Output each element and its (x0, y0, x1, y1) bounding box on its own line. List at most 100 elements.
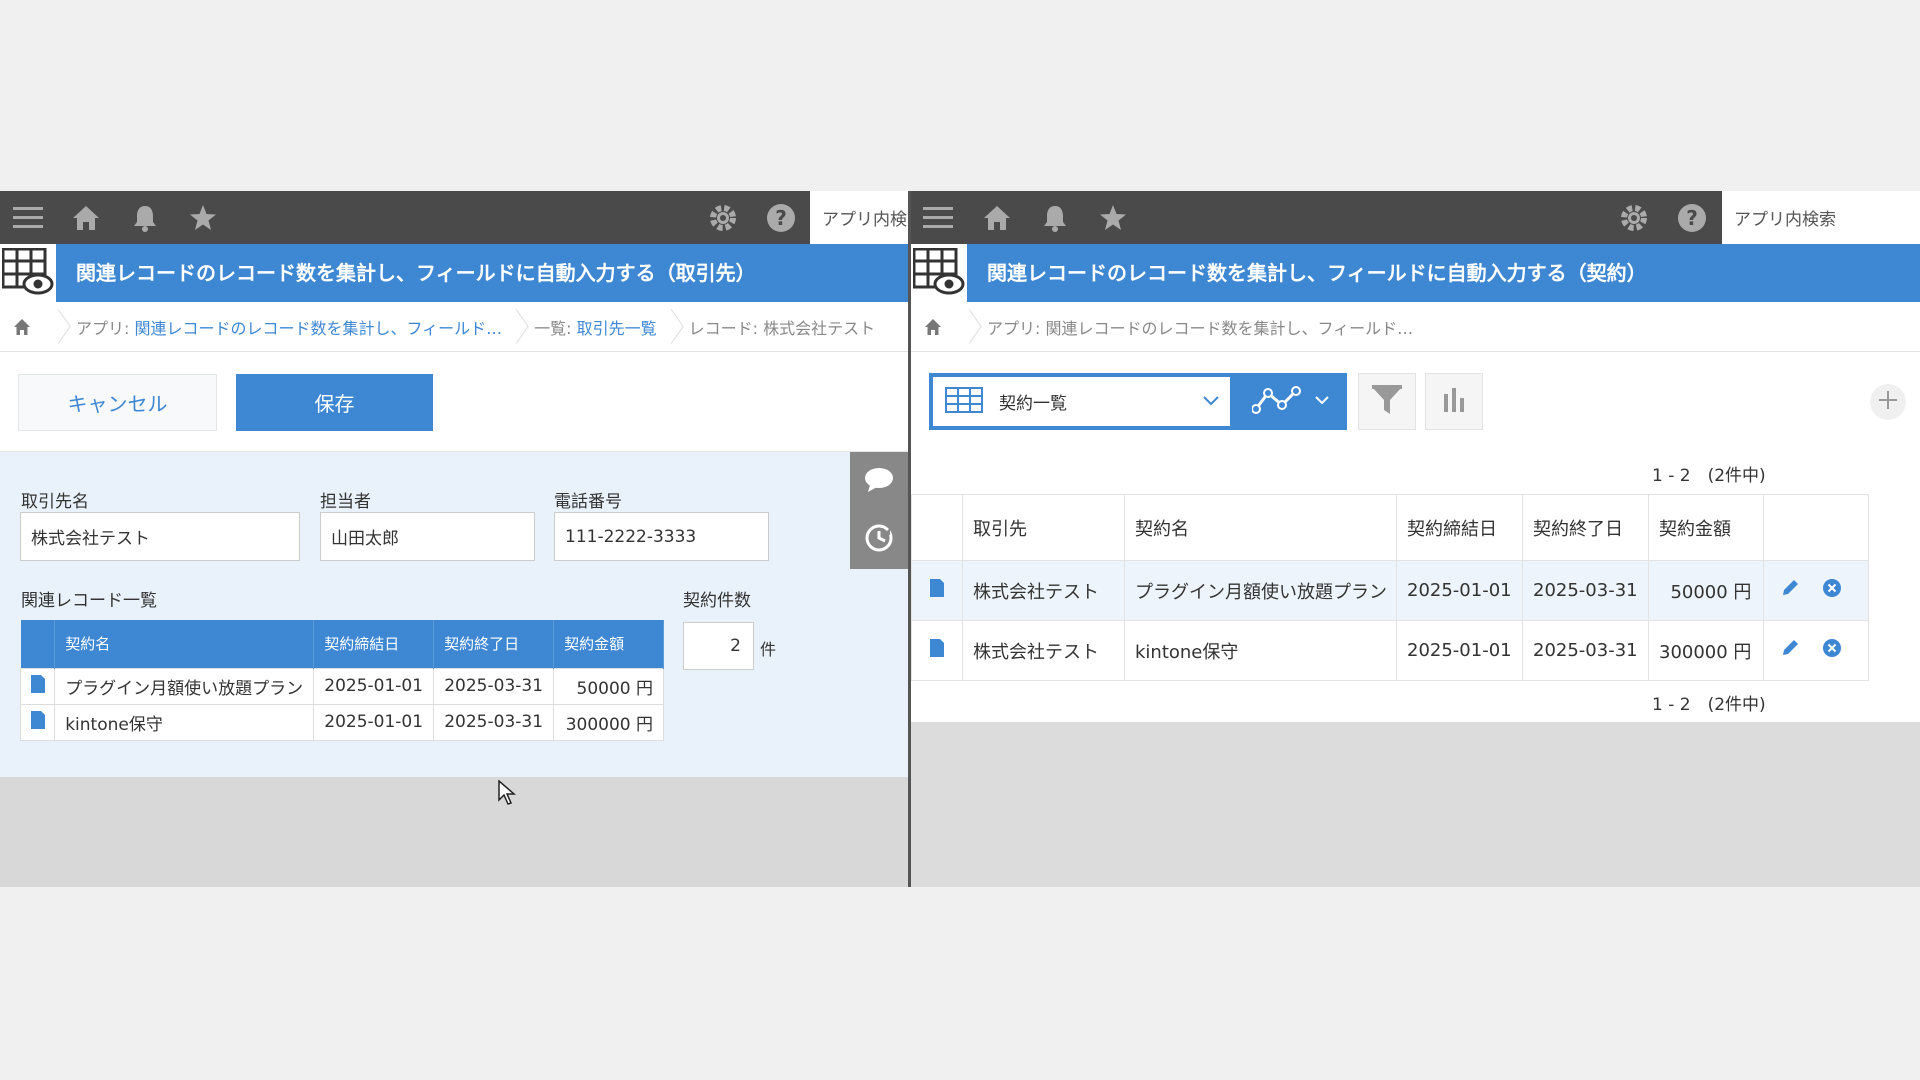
phone-field[interactable]: 111-2222-3333 (554, 512, 769, 561)
left-panel: ? アプリ内検 関連レコードのレコード数を集計し、フィールドに自動入力する（取引… (0, 191, 908, 887)
cursor-icon (498, 779, 517, 810)
menu-icon[interactable] (12, 202, 44, 234)
pager-bottom: 1 - 2 (2件中) (1652, 694, 1766, 715)
table-cell: 2025-03-31 (1522, 560, 1649, 621)
graph-button[interactable] (1234, 373, 1347, 430)
home-icon[interactable] (70, 202, 102, 234)
table-row[interactable]: kintone保守 2025-01-01 2025-03-31 300000 円 (19, 703, 664, 741)
record-form: 取引先名 株式会社テスト 担当者 山田太郎 電話番号 111-2222-3333… (0, 452, 908, 782)
breadcrumb-home-icon[interactable] (0, 318, 44, 336)
breadcrumb-list-link[interactable]: 取引先一覧 (577, 319, 657, 338)
person-label: 担当者 (320, 492, 371, 512)
app-icon (0, 244, 56, 302)
breadcrumb-home-icon[interactable] (911, 318, 955, 336)
table-cell: 2025-01-01 (313, 667, 435, 705)
table-header[interactable]: 契約締結日 (1396, 494, 1523, 561)
table-header: 契約終了日 (433, 620, 555, 668)
breadcrumb-list-prefix: 一覧: (534, 318, 577, 338)
table-view-icon (945, 386, 983, 417)
history-icon[interactable] (863, 522, 895, 554)
table-cell: 50000 円 (1647, 560, 1765, 621)
table-cell: kintone保守 (1124, 620, 1397, 681)
table-header[interactable]: 契約名 (1124, 494, 1397, 561)
table-cell: プラグイン月額使い放題プラン (1124, 560, 1397, 621)
table-cell: 300000 円 (553, 703, 664, 741)
global-header: ? アプリ内検索 (911, 191, 1920, 244)
table-row[interactable]: 株式会社テスト kintone保守 2025-01-01 2025-03-31 … (911, 620, 1870, 681)
document-icon[interactable] (911, 560, 963, 621)
app-title: 関連レコードのレコード数を集計し、フィールドに自動入力する（取引先） (76, 261, 756, 285)
table-header-actions (1763, 494, 1870, 561)
comment-icon[interactable] (863, 464, 895, 496)
edit-icon[interactable] (1780, 578, 1800, 603)
record-list-table: 取引先 契約名 契約締結日 契約終了日 契約金額 株式会社テスト プラグイン月額… (911, 494, 1870, 681)
list-toolbar: 契約一覧 (911, 352, 1920, 452)
table-cell: 50000 円 (553, 667, 664, 705)
table-header: 契約締結日 (313, 620, 435, 668)
app-title: 関連レコードのレコード数を集計し、フィールドに自動入力する（契約） (987, 261, 1647, 285)
breadcrumb-app: アプリ: 関連レコードのレコード数を集計し、フィールド… (76, 315, 502, 339)
home-icon[interactable] (981, 202, 1013, 234)
app-icon (911, 244, 967, 302)
empty-area (0, 777, 908, 887)
filter-button[interactable] (1358, 373, 1416, 430)
app-search-input[interactable]: アプリ内検 (810, 191, 908, 244)
add-record-button[interactable] (1870, 384, 1906, 420)
graph-icon (1250, 385, 1302, 419)
app-search-input[interactable]: アプリ内検索 (1722, 191, 1920, 244)
bell-icon[interactable] (1039, 202, 1071, 234)
chevron-down-icon (1202, 391, 1220, 413)
breadcrumb-app-text: 関連レコードのレコード数を集計し、フィールド… (1045, 318, 1414, 338)
gear-icon[interactable] (707, 202, 739, 234)
person-field[interactable]: 山田太郎 (320, 512, 535, 561)
star-icon[interactable] (187, 202, 219, 234)
company-label: 取引先名 (21, 492, 89, 512)
contract-count-field[interactable]: 2 (683, 622, 754, 670)
table-cell: 2025-01-01 (313, 703, 435, 741)
app-title-bar: 関連レコードのレコード数を集計し、フィールドに自動入力する（契約） (911, 244, 1920, 302)
table-cell: 株式会社テスト (962, 560, 1125, 621)
breadcrumb-app-prefix: アプリ: (76, 318, 135, 338)
help-icon[interactable]: ? (765, 202, 797, 234)
contract-count-label: 契約件数 (683, 591, 751, 611)
cancel-button[interactable]: キャンセル (18, 374, 217, 431)
delete-icon[interactable] (1822, 578, 1842, 603)
chevron-down-icon (1314, 392, 1330, 412)
bell-icon[interactable] (129, 202, 161, 234)
star-icon[interactable] (1097, 202, 1129, 234)
breadcrumb-app-prefix: アプリ: (987, 318, 1046, 338)
table-row[interactable]: 株式会社テスト プラグイン月額使い放題プラン 2025-01-01 2025-0… (911, 560, 1870, 621)
related-records-label: 関連レコード一覧 (21, 591, 157, 611)
save-button[interactable]: 保存 (236, 374, 433, 431)
breadcrumb-record: レコード: 株式会社テスト (688, 318, 876, 338)
breadcrumb-app-link[interactable]: 関連レコードのレコード数を集計し、フィールド… (134, 319, 502, 338)
table-header[interactable]: 契約金額 (1647, 494, 1765, 561)
help-icon[interactable]: ? (1676, 202, 1708, 234)
breadcrumb: アプリ: 関連レコードのレコード数を集計し、フィールド… (911, 302, 1920, 352)
svg-text:?: ? (775, 206, 787, 230)
table-header[interactable]: 取引先 (962, 494, 1125, 561)
table-header: 契約名 (54, 620, 315, 668)
empty-area (911, 722, 1920, 887)
edit-icon[interactable] (1780, 638, 1800, 663)
company-field[interactable]: 株式会社テスト (20, 512, 300, 561)
delete-icon[interactable] (1822, 638, 1842, 663)
breadcrumb-list: 一覧: 取引先一覧 (534, 315, 657, 339)
breadcrumb-app: アプリ: 関連レコードのレコード数を集計し、フィールド… (987, 315, 1413, 339)
side-tools (850, 452, 908, 569)
view-select[interactable]: 契約一覧 (929, 373, 1234, 430)
table-header[interactable]: 契約終了日 (1522, 494, 1649, 561)
document-icon[interactable] (911, 620, 963, 681)
document-icon[interactable] (19, 703, 56, 741)
table-cell: kintone保守 (54, 703, 315, 741)
phone-label: 電話番号 (554, 492, 622, 512)
document-icon[interactable] (19, 667, 56, 705)
contract-count-unit: 件 (760, 640, 777, 659)
table-row[interactable]: プラグイン月額使い放題プラン 2025-01-01 2025-03-31 500… (19, 667, 664, 705)
table-cell: プラグイン月額使い放題プラン (54, 667, 315, 705)
table-header-row: 取引先 契約名 契約締結日 契約終了日 契約金額 (911, 494, 1870, 561)
table-cell: 300000 円 (1647, 620, 1765, 681)
chart-button[interactable] (1425, 373, 1483, 430)
menu-icon[interactable] (922, 202, 954, 234)
gear-icon[interactable] (1618, 202, 1650, 234)
